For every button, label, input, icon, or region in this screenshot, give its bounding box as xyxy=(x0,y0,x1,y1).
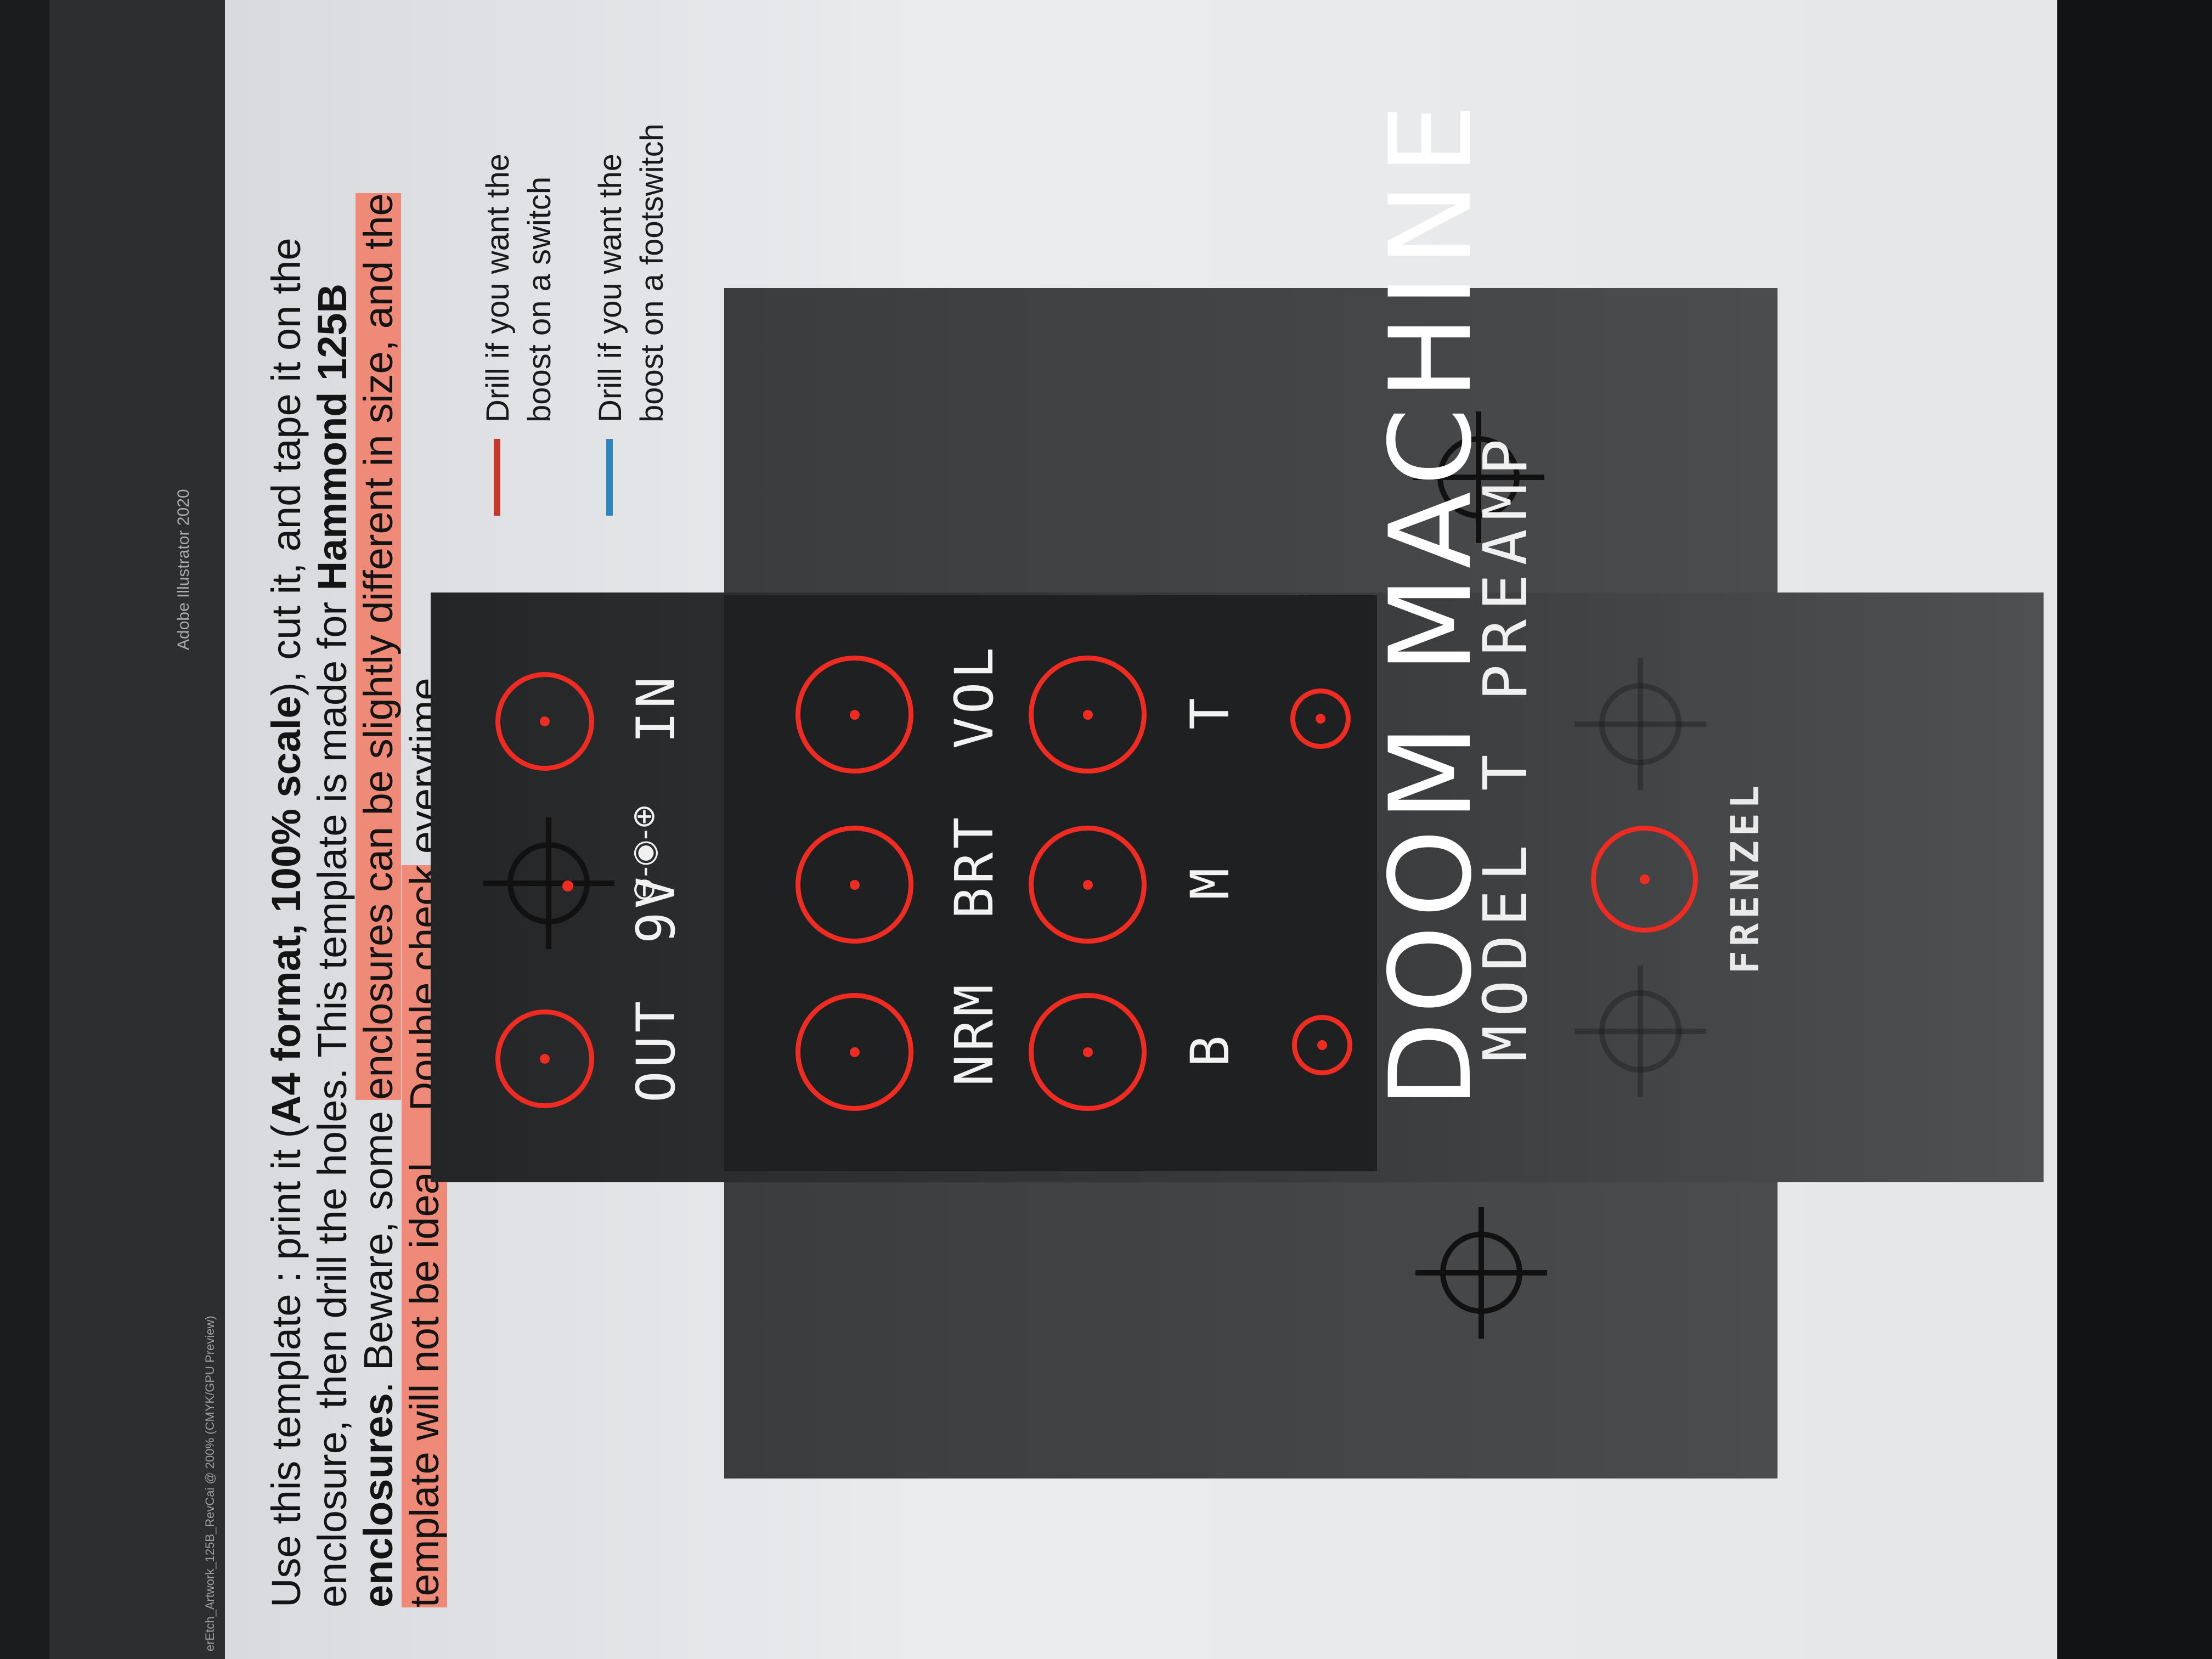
in-jack-label: IN xyxy=(625,673,687,743)
out-jack-hole xyxy=(495,1009,594,1108)
monitor-bezel-left xyxy=(0,0,49,1659)
legend-red-label: Drill if you want the boost on a switch xyxy=(480,154,557,422)
brt-knob-hole xyxy=(795,826,913,944)
m-knob-hole xyxy=(1029,826,1147,944)
led-hole-right xyxy=(1290,689,1351,749)
legend-blue-swatch xyxy=(606,439,613,516)
led-hole-left xyxy=(1292,1015,1352,1075)
pedal-subtitle: MODEL T PREAMP xyxy=(1470,430,1541,1062)
nrm-knob-hole xyxy=(795,993,913,1111)
out-jack-label: OUT xyxy=(625,997,687,1103)
legend-red-swatch xyxy=(494,439,500,516)
legend-blue-label: Drill if you want the boost on a footswi… xyxy=(592,123,670,422)
maker-logo: FRENZEL xyxy=(1723,781,1768,974)
crosshair-mark-faint-icon xyxy=(1575,658,1706,790)
footswitch-crosshair-icon xyxy=(483,817,614,949)
vol-knob-hole xyxy=(795,656,913,774)
instructions-text: Use this template : print it (A4 format,… xyxy=(263,193,447,1607)
brt-knob-label: BRT xyxy=(944,814,1005,919)
footswitch-center-dot xyxy=(562,881,573,891)
in-jack-hole xyxy=(495,672,594,771)
crosshair-mark-faint-icon xyxy=(1575,966,1706,1097)
vol-knob-label: VOL xyxy=(944,644,1005,749)
t-knob-label: T xyxy=(1180,695,1241,730)
app-title: Adobe Illustrator 2020 xyxy=(174,489,193,650)
b-knob-hole xyxy=(1029,993,1147,1111)
monitor-bezel-right xyxy=(2057,0,2212,1659)
m-knob-label: M xyxy=(1180,865,1241,900)
crosshair-mark-icon xyxy=(1415,1207,1547,1339)
dc-polarity-icon: ⊖-◉-⊕ xyxy=(626,803,661,902)
app-titlebar xyxy=(49,0,225,1659)
document-tab-title[interactable]: erEtch_Artwork_125B_RevCai @ 200% (CMYK/… xyxy=(203,1316,217,1651)
nrm-knob-label: NRM xyxy=(944,981,1005,1086)
boost-switch-hole xyxy=(1591,826,1698,933)
t-knob-hole xyxy=(1029,656,1147,774)
b-knob-label: B xyxy=(1180,1032,1241,1067)
